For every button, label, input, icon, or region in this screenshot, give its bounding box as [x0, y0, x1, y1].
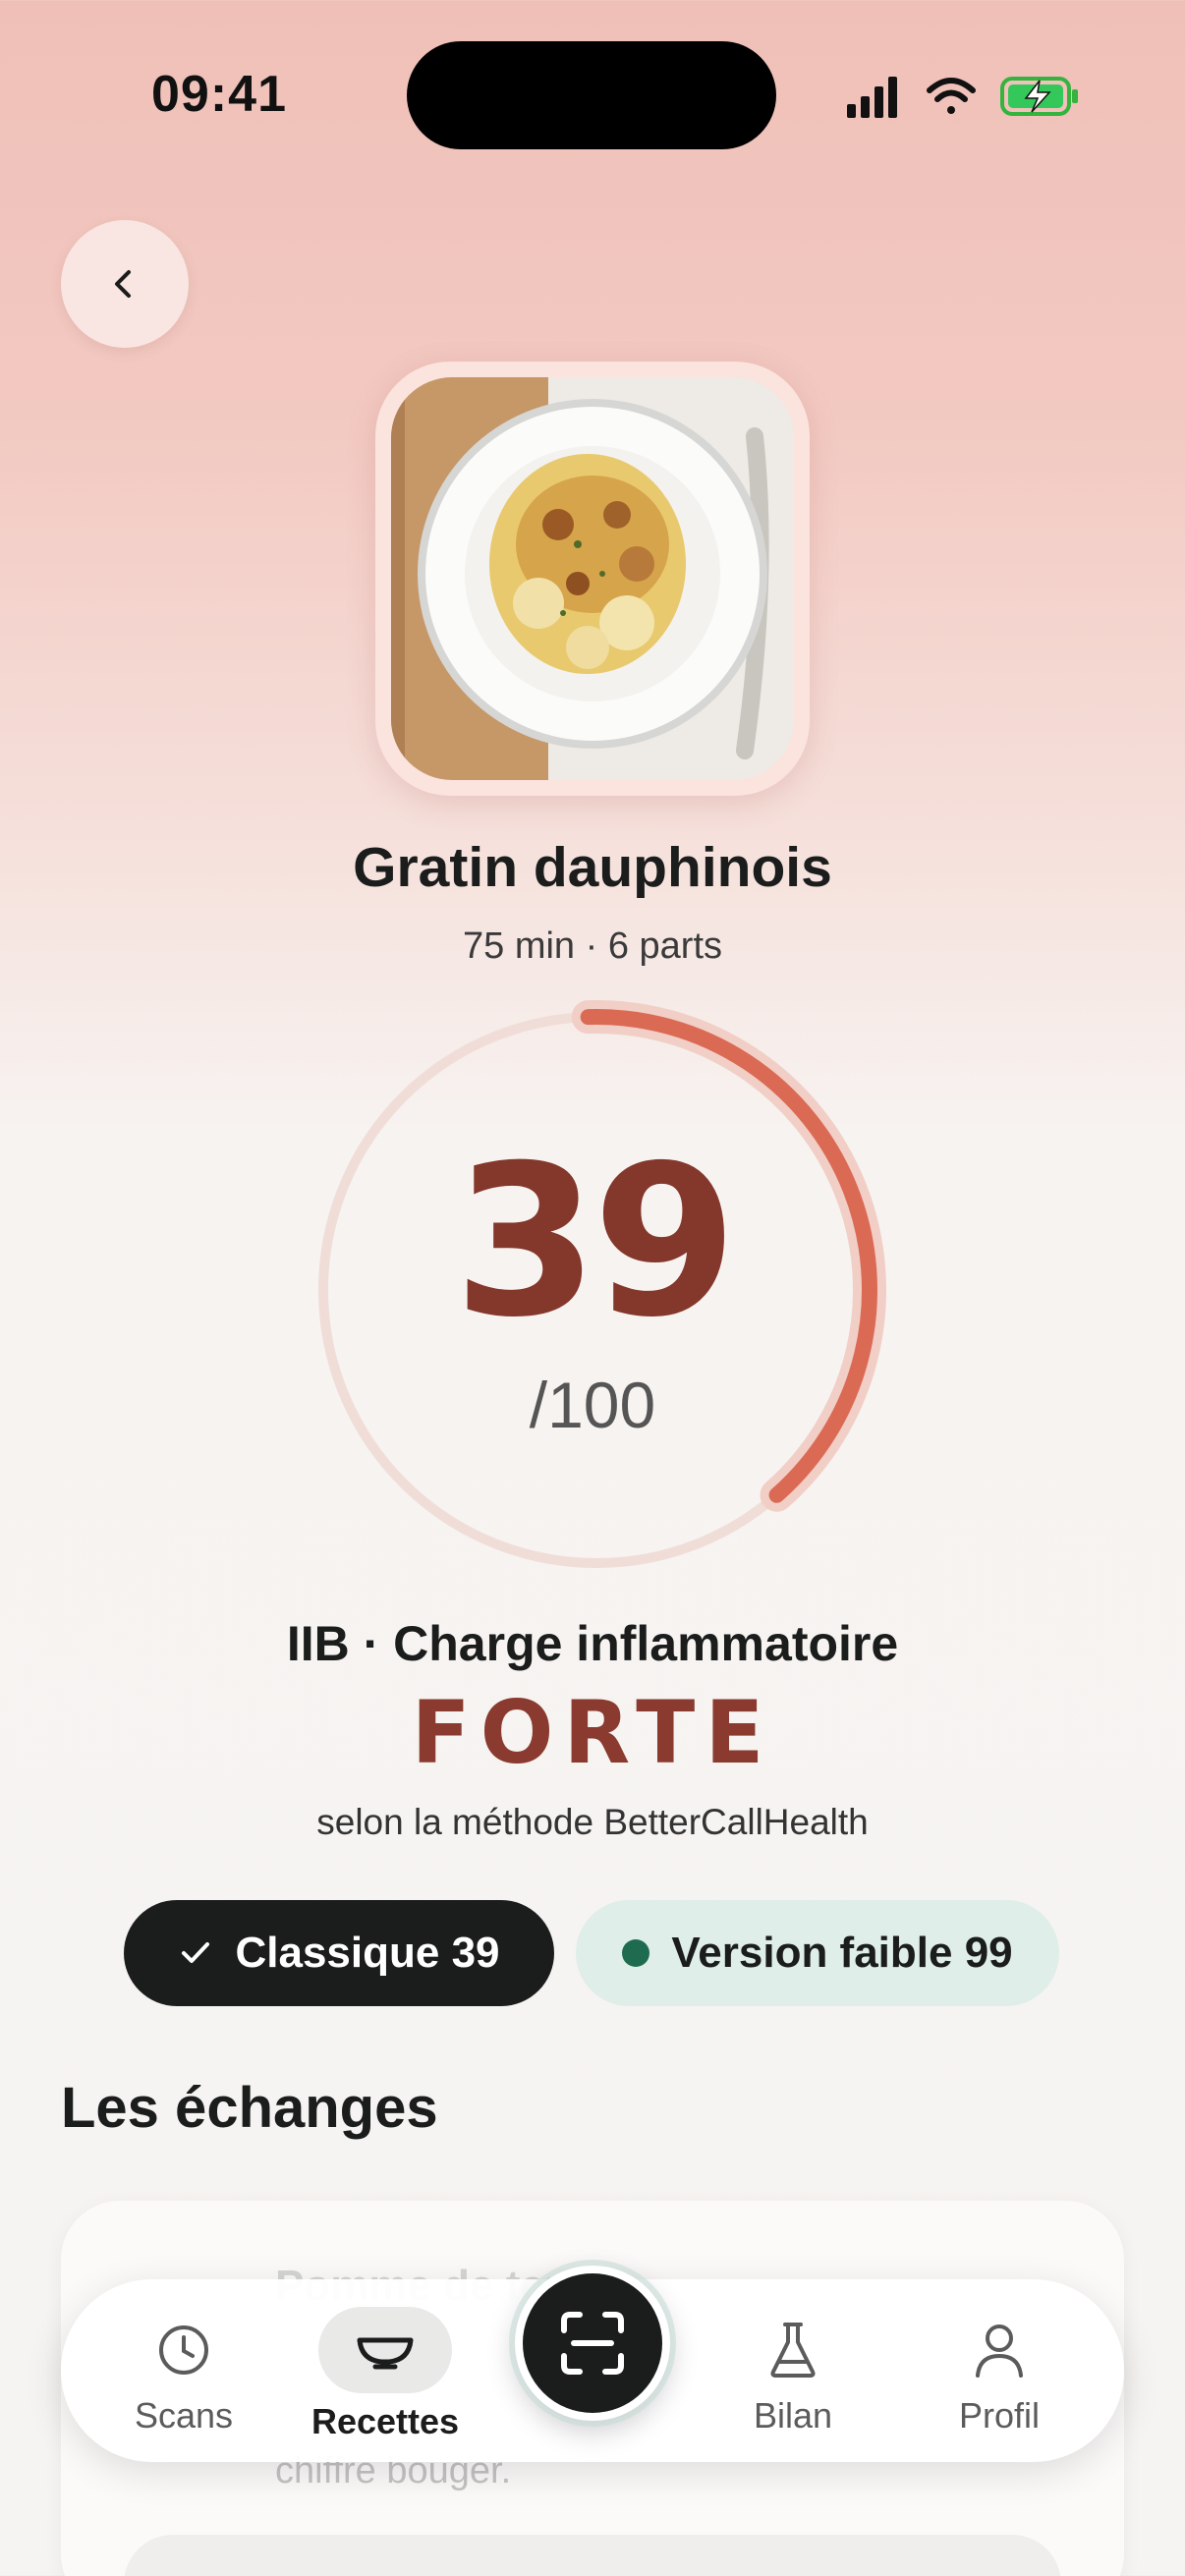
tab-recettes-label: Recettes: [310, 2401, 460, 2441]
person-icon: [972, 2319, 1027, 2381]
back-button[interactable]: [61, 220, 189, 348]
method-note: selon la méthode BetterCallHealth: [316, 1802, 869, 1842]
green-dot-icon: [622, 1939, 650, 1967]
tab-recettes[interactable]: Recettes: [297, 2279, 474, 2462]
scan-icon: [561, 2312, 624, 2375]
bowl-icon: [357, 2337, 414, 2370]
score-value: 39: [453, 1120, 737, 1363]
score-max: /100: [529, 1369, 656, 1441]
tab-scans-label: Scans: [134, 2395, 234, 2436]
dynamic-island: [407, 41, 776, 149]
wifi-icon: [927, 78, 976, 114]
status-time: 09:41: [151, 66, 287, 123]
tab-bilan[interactable]: Bilan: [709, 2279, 876, 2462]
flask-icon: [765, 2319, 820, 2381]
tab-bilan-label: Bilan: [753, 2395, 833, 2436]
dish-title: Gratin dauphinois: [353, 836, 832, 899]
tab-scans[interactable]: Scans: [100, 2279, 267, 2462]
exchange-card-next[interactable]: [124, 2535, 1061, 2576]
classic-version-label: Classique 39: [235, 1929, 500, 1977]
light-version-chip[interactable]: Version faible 99: [576, 1900, 1059, 2006]
chevron-left-icon: [115, 270, 131, 298]
light-version-label: Version faible 99: [671, 1929, 1013, 1977]
dish-photo-frame: [375, 362, 810, 796]
status-icons: [847, 73, 1083, 120]
classic-version-chip[interactable]: Classique 39: [124, 1900, 554, 2006]
scan-button[interactable]: [515, 2266, 670, 2421]
inflammation-level: FORTE: [411, 1682, 774, 1783]
dish-meta: 75 min · 6 parts: [463, 925, 722, 967]
tab-profil-label: Profil: [958, 2395, 1041, 2436]
iib-label: IIB · Charge inflammatoire: [286, 1616, 899, 1671]
clock-icon: [156, 2319, 211, 2381]
signal-icon: [847, 77, 897, 118]
check-icon: [178, 1935, 213, 1971]
tab-recettes-pill: [318, 2307, 452, 2393]
section-title: Les échanges: [61, 2076, 438, 2140]
battery-charging-icon: [1000, 77, 1078, 116]
dish-photo: [391, 377, 794, 780]
tab-profil[interactable]: Profil: [916, 2279, 1083, 2462]
